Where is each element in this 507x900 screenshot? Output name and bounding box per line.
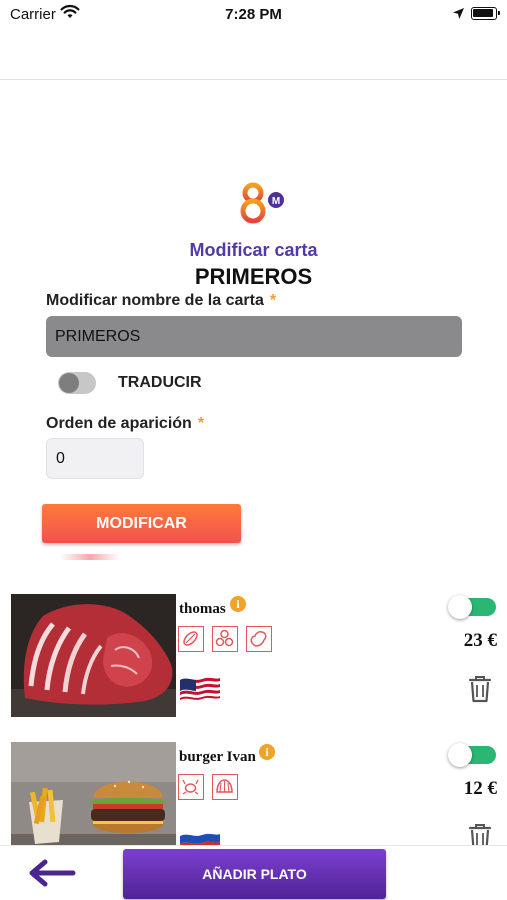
peanut-icon: [246, 626, 272, 652]
info-icon[interactable]: i: [230, 596, 246, 612]
crustacean-icon: [178, 774, 204, 800]
clock: 7:28 PM: [225, 6, 282, 23]
dish-image: [11, 594, 176, 717]
dish-active-toggle[interactable]: [448, 595, 496, 619]
button-reflection: [60, 554, 120, 560]
translate-toggle[interactable]: [58, 372, 96, 394]
toggle-knob: [448, 743, 472, 767]
battery-icon: [471, 7, 500, 20]
order-input[interactable]: [46, 438, 144, 479]
trash-icon[interactable]: [467, 674, 493, 704]
gluten-icon: [178, 626, 204, 652]
page-title: PRIMEROS: [194, 264, 313, 289]
dish-name: burger Ivan: [179, 749, 256, 765]
toggle-knob: [448, 595, 472, 619]
menu-name-label: Modificar nombre de la carta *: [46, 292, 276, 310]
required-mark: *: [197, 415, 205, 432]
mollusc-icon: [212, 774, 238, 800]
menu-name-input[interactable]: [46, 316, 462, 357]
dish-price: 12 €: [463, 778, 497, 799]
order-label-text: Orden de aparición: [46, 415, 192, 432]
menu-name-label-text: Modificar nombre de la carta: [46, 292, 264, 309]
usa-flag-icon: [180, 677, 220, 700]
toggle-knob: [59, 373, 79, 393]
bottom-bar: AÑADIR PLATO: [0, 845, 507, 900]
dish-name: thomas: [179, 601, 226, 617]
info-icon[interactable]: i: [259, 744, 275, 760]
modify-button[interactable]: MODIFICAR: [42, 504, 241, 543]
nav-divider: [0, 79, 507, 80]
translate-label: TRADUCIR: [118, 374, 202, 391]
arrow-left-icon[interactable]: [27, 858, 77, 888]
dish-active-toggle[interactable]: [448, 743, 496, 767]
order-label: Orden de aparición *: [46, 415, 204, 433]
dish-row[interactable]: thomas i 23 €: [0, 592, 507, 732]
app-logo: M: [240, 182, 284, 224]
lupin-icon: [212, 626, 238, 652]
status-bar: Carrier 7:28 PM: [0, 0, 507, 28]
location-arrow-icon: [453, 8, 464, 19]
svg-text:M: M: [272, 196, 280, 207]
dish-price: 23 €: [463, 630, 497, 651]
page-subtitle: Modificar carta: [189, 240, 318, 260]
required-mark: *: [269, 292, 277, 309]
add-dish-button[interactable]: AÑADIR PLATO: [123, 849, 386, 899]
